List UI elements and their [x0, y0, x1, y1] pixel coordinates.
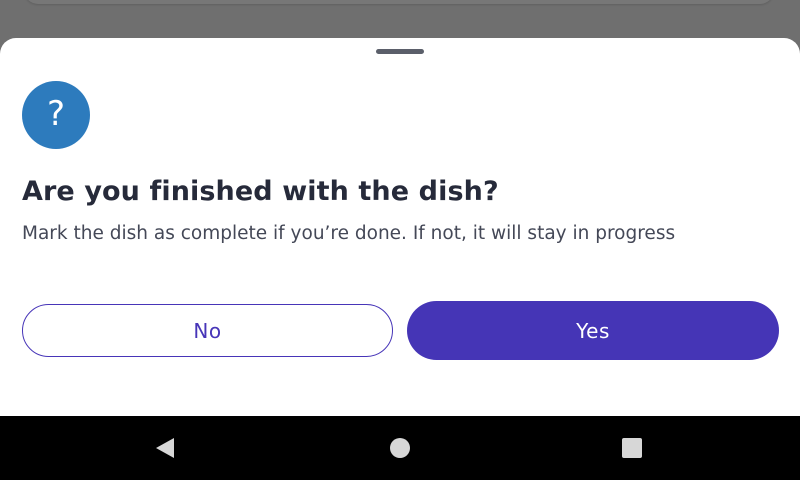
yes-button[interactable]: Yes	[407, 301, 779, 360]
recents-square-icon[interactable]	[620, 436, 644, 460]
background-scrim[interactable]	[0, 0, 800, 40]
dialog-title: Are you finished with the dish?	[22, 176, 499, 207]
drag-handle[interactable]	[376, 49, 424, 54]
system-navigation-bar	[0, 416, 800, 480]
background-card	[24, 0, 774, 4]
back-triangle-icon[interactable]	[153, 436, 177, 460]
question-mark-icon: ?	[22, 81, 90, 149]
question-mark-glyph: ?	[46, 94, 66, 134]
dialog-message: Mark the dish as complete if you’re done…	[22, 223, 676, 244]
home-circle-icon[interactable]	[388, 436, 412, 460]
no-button[interactable]: No	[22, 304, 393, 357]
bottom-sheet-dialog: ? Are you finished with the dish? Mark t…	[0, 38, 800, 416]
